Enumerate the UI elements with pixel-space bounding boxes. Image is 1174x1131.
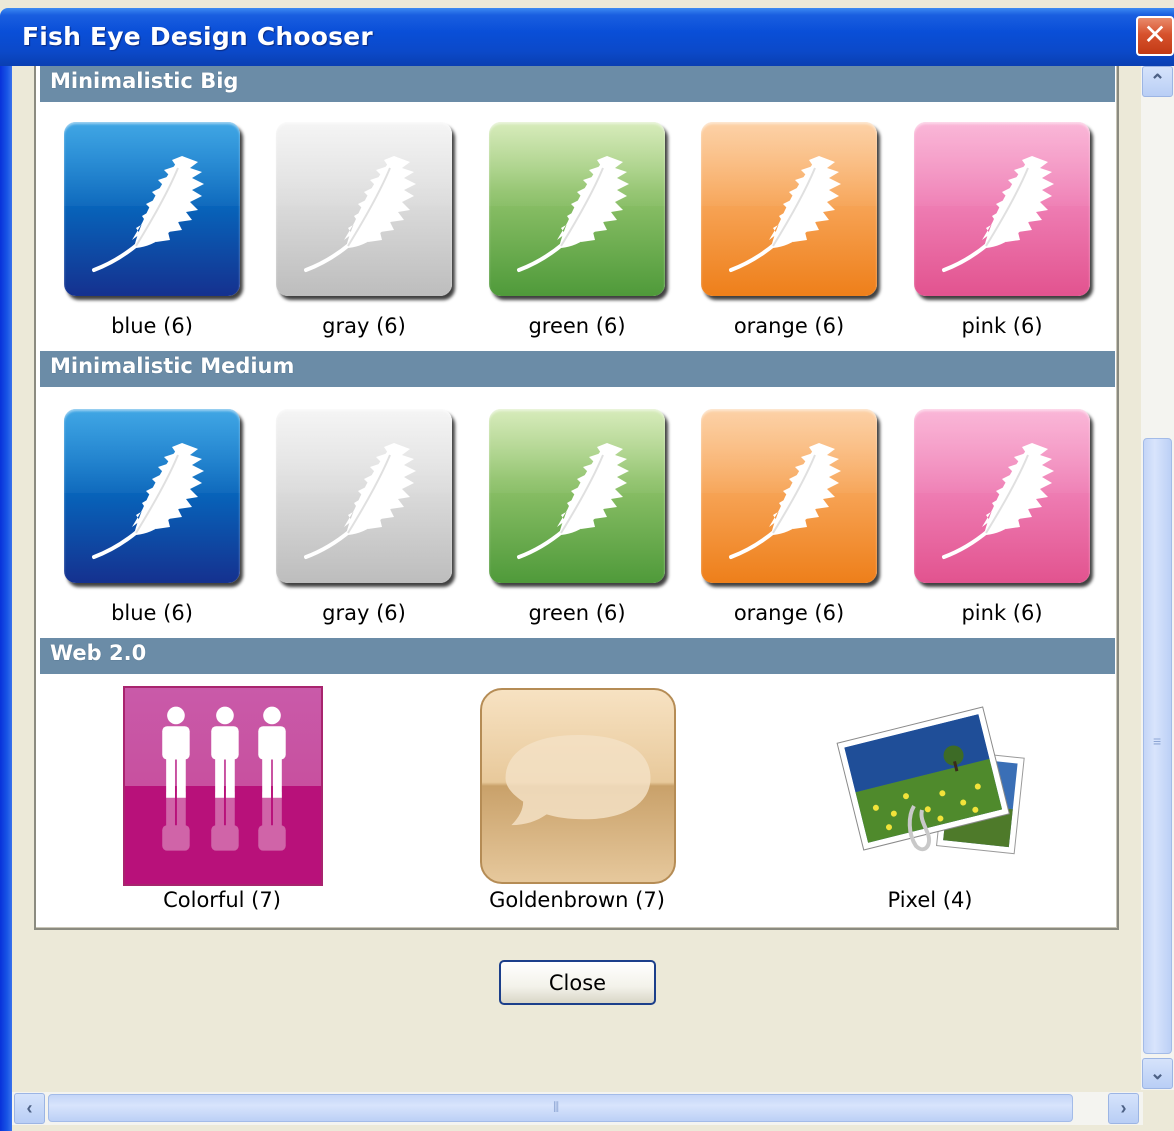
- window-frame-left: [0, 66, 12, 1131]
- scroll-down-button[interactable]: ⌄: [1142, 1058, 1173, 1089]
- photos-icon: [836, 706, 1025, 855]
- design-item-pixel[interactable]: [832, 706, 1028, 866]
- design-item-medium-pink[interactable]: pink (6): [897, 409, 1107, 625]
- speech-bubble-icon: [505, 735, 651, 826]
- design-item-big-gray[interactable]: gray (6): [259, 122, 469, 338]
- feather-icon: [723, 148, 851, 276]
- scroll-right-button[interactable]: ›: [1108, 1093, 1139, 1124]
- pink-feather-tile: [914, 409, 1090, 583]
- design-item-label: Goldenbrown (7): [489, 888, 665, 912]
- orange-feather-tile: [701, 409, 877, 583]
- feather-icon: [936, 435, 1064, 563]
- design-item-label: Pixel (4): [887, 888, 973, 912]
- gray-feather-tile: [276, 409, 452, 583]
- design-item-medium-gray[interactable]: gray (6): [259, 409, 469, 625]
- feather-icon: [298, 148, 426, 276]
- scroll-up-button[interactable]: ⌃: [1142, 66, 1173, 97]
- section-header-web-2-0: Web 2.0: [40, 638, 1115, 674]
- gray-feather-tile: [276, 122, 452, 296]
- feather-icon: [511, 435, 639, 563]
- feather-icon: [86, 435, 214, 563]
- grip-icon: ⦀: [553, 1099, 560, 1115]
- pink-feather-tile: [914, 122, 1090, 296]
- scroll-left-button[interactable]: ‹: [14, 1093, 45, 1124]
- design-item-big-pink[interactable]: pink (6): [897, 122, 1107, 338]
- design-item-big-blue[interactable]: blue (6): [47, 122, 257, 338]
- design-item-label: blue (6): [111, 314, 193, 338]
- people-icon: [125, 706, 321, 884]
- design-item-medium-green[interactable]: green (6): [472, 409, 682, 625]
- blue-feather-tile: [64, 122, 240, 296]
- design-item-colorful[interactable]: [123, 686, 323, 886]
- blue-feather-tile: [64, 409, 240, 583]
- feather-icon: [936, 148, 1064, 276]
- design-item-big-orange[interactable]: orange (6): [684, 122, 894, 338]
- design-item-label: orange (6): [733, 314, 845, 338]
- window-title: Fish Eye Design Chooser: [22, 22, 373, 51]
- vertical-scroll-thumb[interactable]: ≡: [1143, 438, 1172, 1054]
- green-feather-tile: [489, 122, 665, 296]
- design-item-label: Colorful (7): [163, 888, 281, 912]
- green-feather-tile: [489, 409, 665, 583]
- design-item-label: gray (6): [322, 314, 406, 338]
- design-chooser-window: Fish Eye Design Chooser ✕ Minimalistic B…: [0, 0, 1174, 1131]
- design-item-label: green (6): [528, 314, 626, 338]
- design-item-label: green (6): [528, 601, 626, 625]
- feather-icon: [723, 435, 851, 563]
- window-close-button[interactable]: ✕: [1136, 16, 1174, 56]
- design-item-medium-blue[interactable]: blue (6): [47, 409, 257, 625]
- close-button[interactable]: Close: [499, 960, 656, 1005]
- section-header-minimalistic-big: Minimalistic Big: [40, 66, 1115, 102]
- design-item-label: pink (6): [961, 314, 1043, 338]
- title-bar: Fish Eye Design Chooser: [0, 8, 1174, 66]
- horizontal-scroll-thumb[interactable]: ⦀: [48, 1094, 1073, 1122]
- orange-feather-tile: [701, 122, 877, 296]
- design-item-label: gray (6): [322, 601, 406, 625]
- design-item-medium-orange[interactable]: orange (6): [684, 409, 894, 625]
- design-item-goldenbrown[interactable]: [480, 688, 676, 884]
- grip-icon: ≡: [1153, 733, 1162, 749]
- feather-icon: [298, 435, 426, 563]
- design-item-label: orange (6): [733, 601, 845, 625]
- feather-icon: [86, 148, 214, 276]
- section-header-minimalistic-medium: Minimalistic Medium: [40, 351, 1115, 387]
- feather-icon: [511, 148, 639, 276]
- design-item-big-green[interactable]: green (6): [472, 122, 682, 338]
- design-item-label: pink (6): [961, 601, 1043, 625]
- design-item-label: blue (6): [111, 601, 193, 625]
